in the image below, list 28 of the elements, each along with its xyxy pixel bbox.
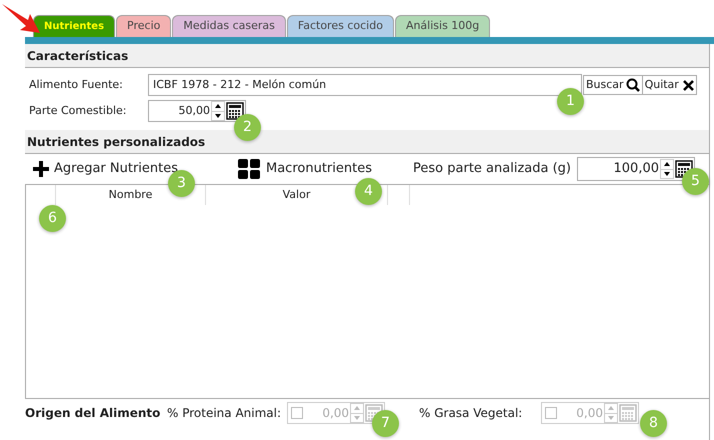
grid-icon <box>238 159 260 179</box>
close-icon <box>682 80 694 90</box>
food-source-field[interactable]: ICBF 1978 - 212 - Melón común <box>148 74 582 96</box>
calculator-icon[interactable] <box>226 102 244 120</box>
field-label: % Proteina Animal: <box>167 405 282 422</box>
field-label: Peso parte analizada (g) <box>413 160 571 178</box>
remove-button[interactable]: Quitar <box>642 76 696 94</box>
callout-marker: 1 <box>557 88 584 115</box>
spin-buttons[interactable] <box>211 101 225 121</box>
section-title: Origen del Alimento <box>25 405 162 422</box>
macronutrients-button[interactable]: Macronutrientes <box>238 159 372 179</box>
field-label: Alimento Fuente: <box>28 76 124 93</box>
tab[interactable]: Precio <box>116 15 172 37</box>
callout-marker: 6 <box>39 205 66 232</box>
section-title: Características <box>25 44 709 68</box>
field-label: Parte Comestible: <box>28 102 128 119</box>
tab[interactable]: Análisis 100g <box>394 15 490 37</box>
callout-marker: 5 <box>682 168 709 195</box>
tab[interactable]: Factores cocido <box>286 15 394 37</box>
plus-icon <box>32 160 50 178</box>
field-label: % Grasa Vegetal: <box>419 405 524 422</box>
callout-marker: 7 <box>372 410 399 437</box>
callout-marker: 8 <box>640 410 667 437</box>
search-button[interactable]: Buscar <box>584 76 643 94</box>
tab[interactable]: Medidas caseras <box>172 15 286 37</box>
search-icon <box>626 78 640 92</box>
callout-marker: 4 <box>355 178 382 205</box>
section-title: Nutrientes personalizados <box>25 130 709 154</box>
